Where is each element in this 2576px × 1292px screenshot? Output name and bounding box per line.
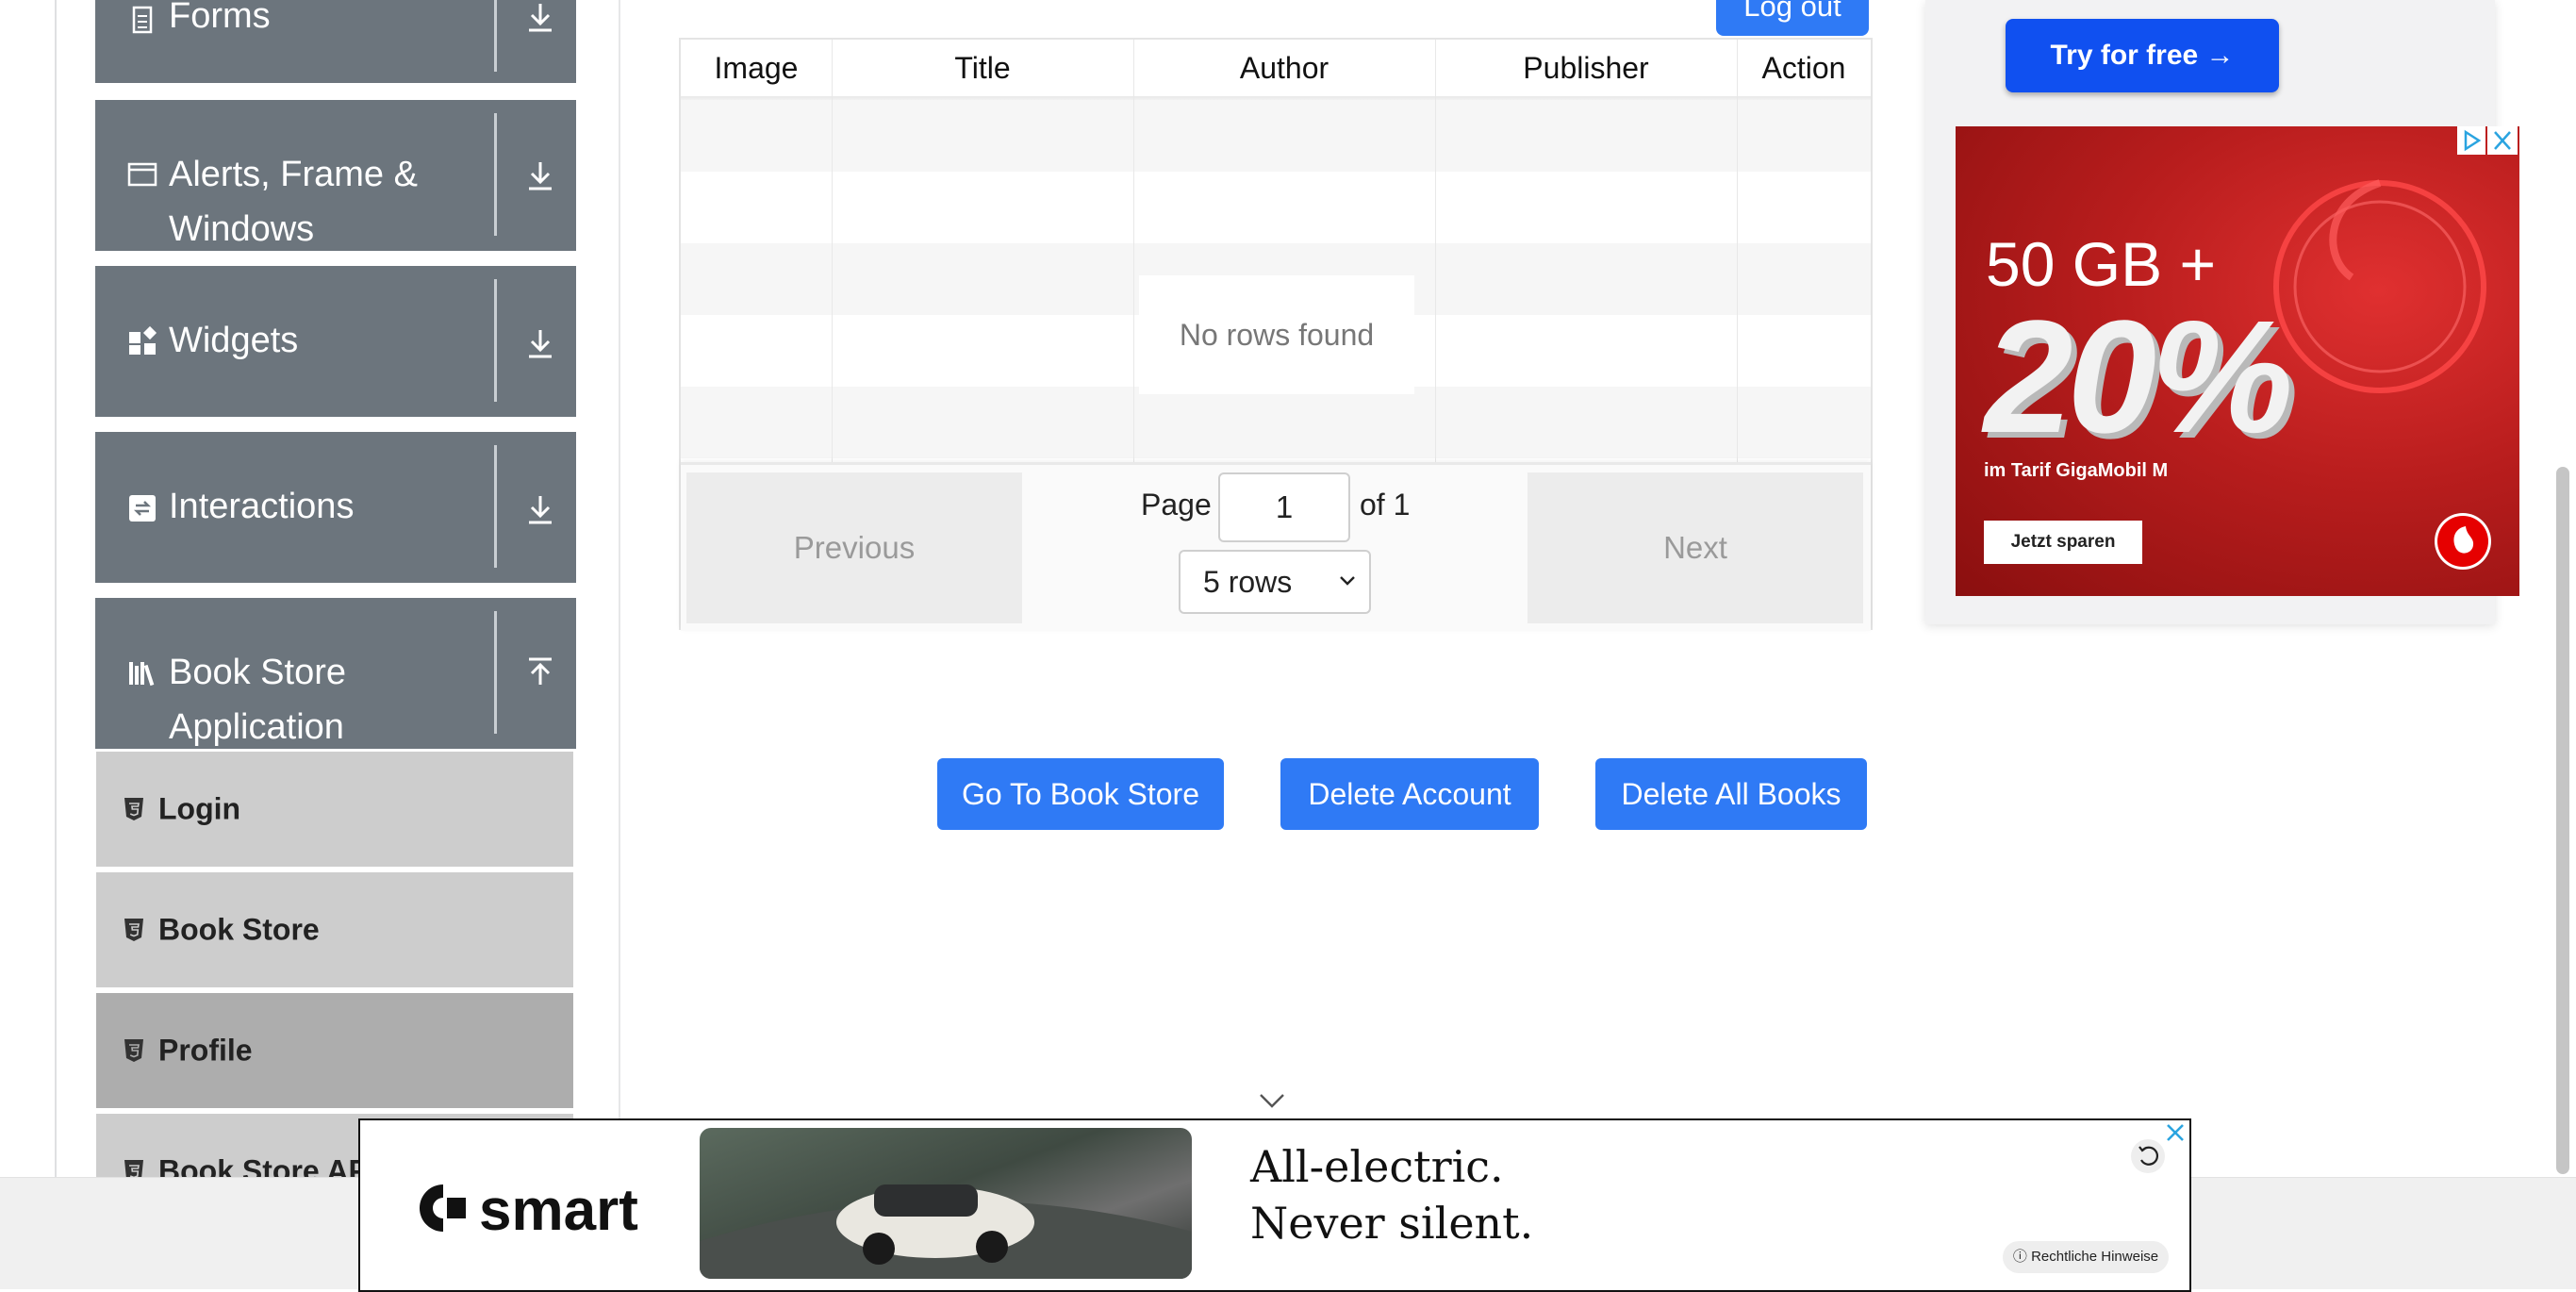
smart-logo-icon	[419, 1184, 466, 1232]
no-rows-message: No rows found	[1139, 275, 1414, 394]
ad-percent: 20%	[1984, 288, 2293, 467]
column-divider	[832, 40, 833, 462]
rows-per-page-value: 5 rows	[1203, 565, 1293, 599]
sidebar-group-label: Interactions	[169, 487, 355, 526]
divider	[494, 445, 497, 568]
previous-button[interactable]: Previous	[686, 472, 1022, 623]
page-scrollbar[interactable]	[2556, 467, 2569, 1174]
window-icon	[127, 162, 157, 187]
close-icon[interactable]	[2163, 1120, 2188, 1145]
download-icon[interactable]	[521, 0, 559, 36]
column-divider	[1133, 40, 1134, 462]
sidebar-group-label: Forms	[169, 0, 271, 36]
download-icon[interactable]	[521, 157, 559, 194]
column-header-author[interactable]: Author	[1133, 40, 1435, 96]
delete-account-button[interactable]: Delete Account	[1280, 758, 1539, 830]
content-divider	[619, 0, 620, 1177]
ad-car-image	[700, 1128, 1192, 1279]
column-divider	[1435, 40, 1436, 462]
table-row	[681, 100, 1871, 172]
sidebar-group-forms[interactable]: Forms	[95, 0, 576, 83]
sidebar-group-interactions[interactable]: Interactions	[95, 432, 576, 583]
html5-icon	[124, 919, 143, 941]
download-icon[interactable]	[521, 490, 559, 528]
sidebar-group-label: Widgets	[169, 321, 299, 360]
ad-tagline-2: Never silent.	[1250, 1198, 1534, 1249]
sidebar-group-bookstore[interactable]: Book Store Application	[95, 598, 576, 749]
table-row	[681, 387, 1871, 458]
sidebar-item-label: Login	[158, 791, 241, 826]
info-icon: ⓘ	[2012, 1249, 2027, 1265]
delete-all-books-button[interactable]: Delete All Books	[1595, 758, 1867, 830]
ad-tagline-1: All-electric.	[1250, 1141, 1504, 1192]
divider	[494, 0, 497, 72]
sidebar-group-label: Alerts, Frame & Windows	[169, 155, 418, 249]
next-button[interactable]: Next	[1527, 472, 1863, 623]
sidebar-group-label: Book Store Application	[169, 653, 346, 747]
chevron-down-icon	[1340, 576, 1355, 586]
logout-button[interactable]: Log out	[1716, 0, 1869, 36]
page-total-label: of 1	[1360, 488, 1411, 522]
chevron-down-icon[interactable]	[1258, 1090, 1286, 1111]
sidebar-group-alerts[interactable]: Alerts, Frame & Windows	[95, 100, 576, 251]
smart-ad-banner[interactable]: smart All-electric. Never silent. ⓘ Rech…	[358, 1118, 2191, 1292]
pagination-bar: Previous Page 1 of 1 5 rows Next	[681, 462, 1871, 631]
download-icon[interactable]	[521, 324, 559, 362]
html5-icon	[124, 1039, 143, 1062]
page-label: Page	[1141, 488, 1212, 522]
divider	[494, 611, 497, 734]
sidebar-item-label: Profile	[158, 1033, 253, 1068]
vodafone-ad[interactable]: 50 GB + 20% im Tarif GigaMobil M Jetzt s…	[1956, 126, 2519, 596]
column-header-publisher[interactable]: Publisher	[1435, 40, 1737, 96]
column-header-image[interactable]: Image	[681, 40, 832, 96]
adchoices-icon[interactable]	[2457, 126, 2485, 155]
try-for-free-button[interactable]: Try for free →	[2006, 19, 2279, 92]
html5-icon	[124, 798, 143, 820]
replay-icon[interactable]	[2131, 1139, 2165, 1173]
page-number-input[interactable]: 1	[1218, 472, 1350, 542]
sidebar-item-label: Book Store	[158, 912, 320, 947]
sidebar-item-profile[interactable]: Profile	[96, 993, 573, 1108]
close-icon[interactable]	[2487, 126, 2518, 155]
books-icon	[129, 662, 155, 687]
sidebar-item-login[interactable]: Login	[96, 752, 573, 867]
vodafone-logo-icon	[2435, 513, 2491, 570]
column-header-title[interactable]: Title	[832, 40, 1133, 96]
column-divider	[1737, 40, 1738, 462]
sidebar-left-border	[55, 0, 57, 1177]
go-to-book-store-button[interactable]: Go To Book Store	[937, 758, 1224, 830]
column-header-action[interactable]: Action	[1737, 40, 1871, 96]
divider	[494, 279, 497, 402]
ad-tarif-text: im Tarif GigaMobil M	[1984, 460, 2169, 481]
legal-notice-label: Rechtliche Hinweise	[2031, 1249, 2159, 1265]
widgets-icon	[129, 326, 157, 355]
books-table: Image Title Author Publisher Action No r…	[679, 38, 1873, 631]
jetzt-sparen-button[interactable]: Jetzt sparen	[1984, 521, 2142, 564]
document-icon	[132, 6, 153, 34]
upload-icon[interactable]	[521, 654, 559, 692]
sidebar-group-widgets[interactable]: Widgets	[95, 266, 576, 417]
legal-notice-button[interactable]: ⓘ Rechtliche Hinweise	[2003, 1241, 2169, 1273]
sidebar-item-book-store[interactable]: Book Store	[96, 872, 573, 987]
smart-brand-text: smart	[479, 1178, 638, 1243]
interactions-icon	[129, 495, 156, 522]
rows-per-page-select[interactable]: 5 rows	[1179, 550, 1371, 614]
divider	[494, 113, 497, 236]
